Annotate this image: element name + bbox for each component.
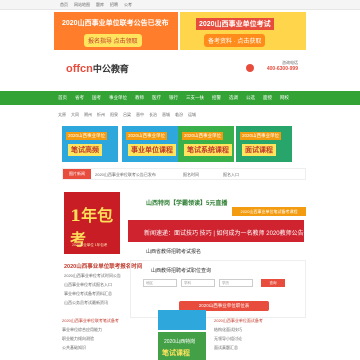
nav-item[interactable]: 公选 [246,95,255,101]
list-item[interactable]: 职业能力倾向测验 [62,336,154,342]
top-link[interactable]: 首页 [60,2,68,8]
ticker-item[interactable]: 报名时间 [183,172,199,178]
news-sub-headline[interactable]: 山西省教师招聘考试报名 [128,244,304,258]
education-select[interactable]: 学历 [219,279,253,287]
promo-title: 2020山西事业单位 [182,132,224,140]
region-select[interactable]: 地区 [143,279,177,287]
list-item[interactable]: 面试真题汇总 [214,345,306,351]
bottom-news-left: 2020山西事业单位联考笔试备考 事业单位综合应用能力 职业能力倾向测验 公共基… [62,318,154,354]
top-link[interactable]: 网站地图 [74,2,90,8]
subnav-item[interactable]: 运城 [188,112,196,120]
promo-title: 2020山西事业单位 [66,132,108,140]
nav-item[interactable]: 首页 [58,95,67,101]
news-sub-headline-text: 山西省教师招聘考试报名 [146,249,202,255]
promo-card[interactable]: 2020山西事业单位 笔试系统课程 [178,126,234,162]
top-link[interactable]: 公考 [124,2,132,8]
list-item[interactable]: 无领导小组讨论 [214,336,306,342]
city-subnav: 太原 大同 朔州 忻州 阳泉 吕梁 晋中 长治 晋城 临汾 运城 [58,112,308,120]
ticker-item[interactable]: 2020山西事业单位联考公告已发布 [95,172,156,178]
nav-item[interactable]: 银行 [169,95,178,101]
banner-area: 2020山西事业单位联考公告已发布 报名指导 点击领取 2020山西事业单位考试… [54,12,306,50]
nav-item[interactable]: 国考 [92,95,101,101]
city-selector[interactable]: 山西 ▾ [112,66,126,73]
nav-item[interactable]: 三支一扶 [186,95,204,101]
hotline: 咨询电话 400-6300-999 [258,60,298,72]
banner-left-cta[interactable]: 报名指导 点击领取 [84,34,142,47]
promo-poster[interactable]: 1年包考 2020事业单位 1年包考 [64,192,120,254]
subnav-item[interactable]: 晋中 [136,112,144,120]
hotline-number: 400-6300-999 [266,66,298,72]
promo-subtitle: 笔试高频 [68,144,102,156]
nav-item[interactable]: 省考 [75,95,84,101]
promo-card-bottom[interactable]: 2020山西特岗 笔试课程 [158,332,206,360]
banner-right-title: 2020山西事业单位考试 [196,18,274,30]
nav-item[interactable]: 事业单位 [109,95,127,101]
promo-card[interactable]: 2020山西事业单位 面试课程 [236,126,292,162]
poster-caption: 2020事业单位 1年包考 [72,243,108,247]
top-link[interactable]: 题库 [96,2,104,8]
subject-select[interactable]: 学科 [181,279,215,287]
banner-left[interactable]: 2020山西事业单位联考公告已发布 报名指导 点击领取 [54,12,178,50]
news-heading[interactable]: 山西特岗【学霸领读】5元直播 [146,198,227,207]
mid-card-subtitle: 笔试课程 [162,350,190,357]
nav-item[interactable]: 教师 [135,95,144,101]
promo-subtitle: 事业单位课程 [128,144,176,156]
promo-card[interactable]: 2020山西事业单位 笔试高频 [62,126,118,162]
subnav-item[interactable]: 阳泉 [110,112,118,120]
subnav-item[interactable]: 太原 [58,112,66,120]
news-badge[interactable]: 2020山西事业单位笔试备考课程 [232,207,306,216]
banner-left-title: 2020山西事业单位联考公告已发布 [62,20,169,27]
promo-title: 2020山西事业单位 [126,132,168,140]
list-item[interactable]: 事业单位综合应用能力 [62,327,154,333]
promo-subtitle: 面试课程 [242,144,276,156]
promo-card[interactable]: 2020山西事业单位 事业单位课程 [122,126,178,162]
news-ticker: 图片新闻 2020山西事业单位联考公告已发布 报名时间 报名入口 [62,168,306,180]
list-item[interactable]: 2020山西事业单位联考笔试备考 [62,318,154,324]
bottom-news-right: 2020山西事业单位面试备考 结构化面试技巧 无领导小组讨论 面试真题汇总 [214,318,306,354]
top-bar: 首页 网站地图 题库 招聘 公考 [0,0,360,10]
news-headline-text: 新闻速递：面试技巧 技巧 | 如何成为一名教师 2020教师公告汇总 [144,231,316,237]
ticker-item[interactable]: 报名入口 [223,172,239,178]
list-item[interactable]: 公共基础知识 [62,345,154,351]
ticker-tag: 图片新闻 [63,169,91,179]
main-nav: 首页 省考 国考 事业单位 教师 医疗 银行 三支一扶 招警 选调 公选 面授 … [0,91,360,105]
top-links: 首页 网站地图 题库 招聘 公考 [60,2,132,8]
top-link[interactable]: 招聘 [110,2,118,8]
banner-right-cta[interactable]: 备考资料 · 点击获取 [204,34,266,47]
job-query-form: 山西教师招聘考试职位查询 地区 学科 学历 查询 2020山西事业单位职位表 [130,260,306,318]
query-button[interactable]: 查询 [261,279,285,287]
nav-item[interactable]: 招警 [212,95,221,101]
subnav-item[interactable]: 忻州 [97,112,105,120]
nav-item[interactable]: 选调 [229,95,238,101]
phone-icon [246,64,254,72]
subnav-item[interactable]: 朔州 [84,112,92,120]
mid-card-title: 2020山西特岗 [164,339,196,345]
banner-right[interactable]: 2020山西事业单位考试 备考资料 · 点击获取 [180,12,306,50]
list-item[interactable]: 2020山西事业单位面试备考 [214,318,306,324]
nav-item[interactable]: 面授 [263,95,272,101]
form-title: 山西教师招聘考试职位查询 [151,268,212,274]
list-item[interactable]: 结构化面试技巧 [214,327,306,333]
nav-item[interactable]: 网校 [280,95,289,101]
subnav-item[interactable]: 临汾 [175,112,183,120]
subnav-item[interactable]: 吕梁 [123,112,131,120]
header: offcn中公教育 山西 ▾ 咨询电话 400-6300-999 [54,52,306,88]
subnav-item[interactable]: 晋城 [162,112,170,120]
news-headline[interactable]: 新闻速递：面试技巧 技巧 | 如何成为一名教师 2020教师公告汇总 [128,220,316,242]
promo-title: 2020山西事业单位 [240,132,282,140]
subnav-item[interactable]: 长治 [149,112,157,120]
subnav-item[interactable]: 大同 [71,112,79,120]
promo-subtitle: 笔试系统课程 [184,144,232,156]
logo-brand: offcn [66,63,93,75]
nav-item[interactable]: 医疗 [152,95,161,101]
